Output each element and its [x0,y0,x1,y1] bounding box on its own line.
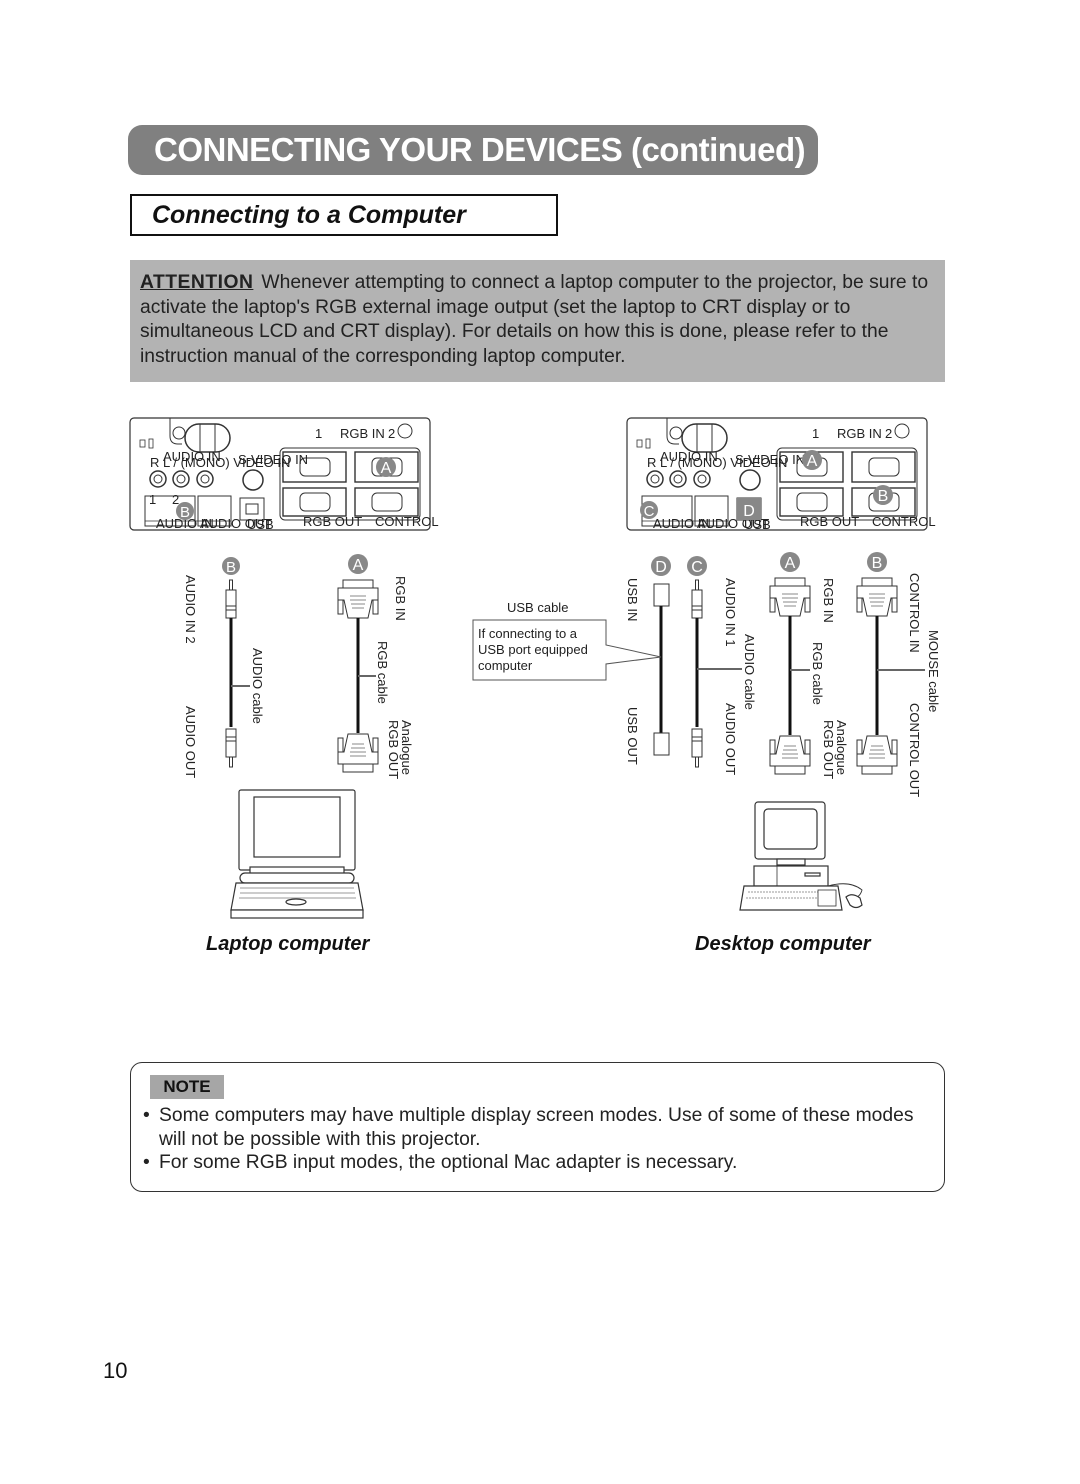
connection-diagram: 1 RGB IN 2 AUDIO IN R L / (MONO) VIDEO I… [129,417,941,919]
marker-d: D [743,503,755,520]
usb-in-label: USB IN [625,578,640,621]
note-item: • Some computers may have multiple displ… [143,1104,933,1151]
marker-b: B [180,504,190,521]
desktop-caption: Desktop computer [695,933,871,955]
page-number: 10 [103,1358,128,1383]
panel-port2: 2 [885,426,892,441]
note-text: Some computers may have multiple display… [159,1105,914,1150]
panel-control: CONTROL [872,514,936,529]
laptop-rgb-cable: A RGB IN RGB cable Analogue RGB OUT [337,554,414,779]
note-list: • Some computers may have multiple displ… [143,1104,933,1175]
laptop-illustration [230,789,364,919]
desktop-rgb-cable-label: RGB cable [810,642,825,705]
marker-c: C [691,559,703,576]
subsection-title: Connecting to a Computer [130,194,558,236]
panel-svideo: S-VIDEO IN [238,452,308,467]
panel-rgb-in: RGB IN [340,426,385,441]
laptop-rgb-cable-label: RGB cable [375,641,390,704]
usb-note-line2: USB port equipped [478,642,588,657]
marker-d: D [655,559,667,576]
panel-usb: USB [247,517,274,532]
usb-cable-label: USB cable [507,600,568,615]
desktop-rgb-out: RGB OUT [821,720,836,779]
bullet: • [143,1152,150,1173]
usb-note-line3: computer [478,658,533,673]
panel-rgb-in: RGB IN [837,426,882,441]
laptop-caption: Laptop computer [206,933,370,955]
usb-cable: D USB IN USB OUT USB cable If connecting… [472,556,671,765]
note-text: For some RGB input modes, the optional M… [159,1152,738,1173]
desktop-audio-out: AUDIO OUT [723,703,738,775]
desktop-audio-cable: C AUDIO IN 1 AUDIO OUT AUDIO cable [687,556,757,775]
control-in-label: CONTROL IN [907,573,922,653]
laptop-rgb-in: RGB IN [393,576,408,621]
panel-port2: 2 [388,426,395,441]
bullet: • [143,1105,150,1126]
usb-out-label: USB OUT [625,707,640,765]
control-out-label: CONTROL OUT [907,703,922,797]
marker-b: B [878,488,889,505]
laptop-rgb-out: RGB OUT [386,720,401,779]
marker-c: C [644,503,655,520]
attention-label: ATTENTION [140,272,254,293]
desktop-rgb-cable: A RGB IN RGB cable Analogue RGB OUT [769,552,849,779]
section-title: CONNECTING YOUR DEVICES (continued) [128,125,818,175]
note-item: • For some RGB input modes, the optional… [143,1151,933,1175]
panel-rgb-out: RGB OUT [303,514,362,529]
marker-a: A [807,453,818,470]
laptop-audio-in2: AUDIO IN 2 [183,575,198,644]
desktop-illustration [739,801,863,911]
projector-panel-laptop: 1 RGB IN 2 AUDIO IN R L / (MONO) VIDEO I… [129,417,439,532]
desktop-audio-in1: AUDIO IN 1 [723,578,738,647]
marker-b: B [872,555,883,572]
note-label: NOTE [150,1075,224,1099]
panel-port1: 1 [812,426,819,441]
laptop-audio-cable-label: AUDIO cable [250,648,265,724]
marker-a: A [381,460,392,477]
panel-control: CONTROL [375,514,439,529]
laptop-audio-out: AUDIO OUT [183,706,198,778]
panel-svideo: S-VIDEO IN [735,452,805,467]
laptop-audio-cable: B AUDIO IN 2 AUDIO OUT AUDIO cable [183,557,265,778]
marker-a: A [353,557,364,574]
attention-text: Whenever attempting to connect a laptop … [140,272,929,367]
panel-n1: 1 [149,492,156,507]
panel-port1: 1 [315,426,322,441]
usb-note-line1: If connecting to a [478,626,578,641]
attention-box: ATTENTION Whenever attempting to connect … [130,260,945,382]
panel-rgb-out: RGB OUT [800,514,859,529]
marker-b: B [226,559,236,576]
projector-panel-desktop: 1 RGB IN 2 AUDIO IN R L / (MONO) VIDEO I… [626,417,936,532]
desktop-audio-cable-label: AUDIO cable [742,634,757,710]
desktop-rgb-in: RGB IN [821,578,836,623]
mouse-cable: B CONTROL IN MOUSE cable CONTROL OUT [856,552,941,797]
panel-n2: 2 [172,492,179,507]
mouse-cable-label: MOUSE cable [926,630,941,712]
marker-a: A [785,555,796,572]
